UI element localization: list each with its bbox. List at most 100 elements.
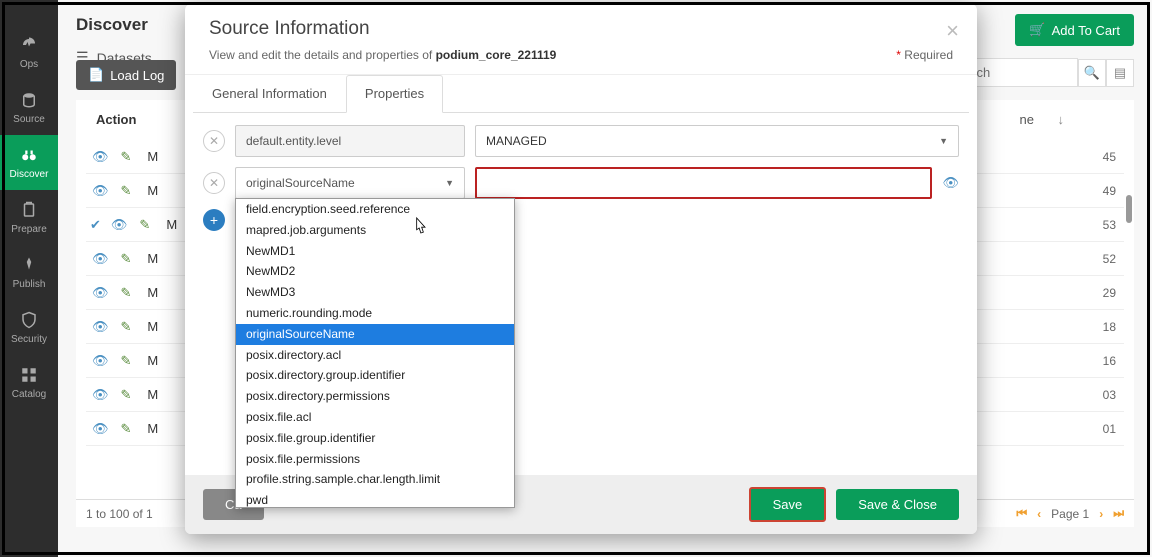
nav-label: Prepare — [11, 224, 47, 235]
nav-prepare[interactable]: Prepare — [0, 190, 58, 245]
search-button[interactable]: 🔍 — [1078, 59, 1106, 87]
dropdown-item[interactable]: posix.file.group.identifier — [236, 428, 514, 449]
row-value: 16 — [1103, 354, 1124, 368]
view-icon[interactable]: 👁 — [92, 285, 109, 301]
row-label: M — [147, 285, 158, 300]
edit-icon[interactable]: ✎ — [121, 149, 132, 165]
dropdown-item[interactable]: field.encryption.seed.reference — [236, 199, 514, 220]
sort-icon[interactable]: ↓ — [1058, 112, 1065, 127]
save-close-button[interactable]: Save & Close — [836, 489, 959, 520]
edit-icon[interactable]: ✎ — [121, 421, 132, 437]
row-label: M — [147, 387, 158, 402]
dropdown-item[interactable]: profile.string.sample.char.length.limit — [236, 469, 514, 490]
view-icon[interactable]: 👁 — [92, 319, 109, 335]
row-value: 53 — [1103, 218, 1124, 232]
row-label: M — [147, 251, 158, 266]
row-value: 45 — [1103, 150, 1124, 164]
dashboard-icon — [19, 35, 39, 55]
save-button[interactable]: Save — [749, 487, 827, 522]
cart-icon: 🛒 — [1029, 22, 1045, 38]
dropdown-item[interactable]: originalSourceName — [236, 324, 514, 345]
view-icon[interactable]: 👁 — [111, 217, 128, 233]
tab-properties[interactable]: Properties — [346, 75, 443, 113]
dropdown-item[interactable]: NewMD1 — [236, 241, 514, 262]
dropdown-item[interactable]: posix.directory.acl — [236, 345, 514, 366]
view-icon[interactable]: 👁 — [92, 421, 109, 437]
nav-label: Discover — [10, 169, 49, 180]
dropdown-item[interactable]: pwd — [236, 490, 514, 508]
dropdown-item[interactable]: NewMD2 — [236, 261, 514, 282]
dropdown-item[interactable]: posix.directory.group.identifier — [236, 365, 514, 386]
property-value-select[interactable]: MANAGED ▼ — [475, 125, 959, 157]
nav-publish[interactable]: Publish — [0, 245, 58, 300]
nav-source[interactable]: Source — [0, 80, 58, 135]
visibility-toggle[interactable]: 👁 — [942, 175, 959, 191]
view-icon[interactable]: 👁 — [92, 183, 109, 199]
add-to-cart-button[interactable]: 🛒 Add To Cart — [1015, 14, 1134, 46]
required-indicator: * Required — [896, 48, 953, 62]
prev-page[interactable]: ‹ — [1037, 507, 1041, 521]
row-value: 29 — [1103, 286, 1124, 300]
delete-property-button[interactable]: ✕ — [203, 172, 225, 194]
load-logs-button[interactable]: 📄 Load Log — [76, 60, 176, 90]
dropdown-item[interactable]: mapred.job.arguments — [236, 220, 514, 241]
view-icon[interactable]: 👁 — [92, 149, 109, 165]
edit-icon[interactable]: ✎ — [139, 217, 150, 233]
nav-security[interactable]: Security — [0, 300, 58, 355]
clipboard-icon — [19, 200, 39, 220]
document-icon: 📄 — [88, 67, 104, 83]
modal-subtitle: View and edit the details and properties… — [209, 48, 556, 62]
edit-icon[interactable]: ✎ — [121, 319, 132, 335]
nav-discover[interactable]: Discover — [0, 135, 58, 190]
row-label: M — [166, 217, 177, 232]
edit-icon[interactable]: ✎ — [121, 251, 132, 267]
nav-label: Security — [11, 334, 47, 345]
add-property-button[interactable]: + — [203, 209, 225, 231]
page-title: Discover — [76, 15, 148, 35]
columns-button[interactable]: ▤ — [1106, 59, 1134, 87]
property-value-input[interactable] — [475, 167, 932, 199]
dropdown-item[interactable]: NewMD3 — [236, 282, 514, 303]
dropdown-item[interactable]: posix.file.permissions — [236, 449, 514, 470]
dropdown-item[interactable]: numeric.rounding.mode — [236, 303, 514, 324]
grid-icon — [19, 365, 39, 385]
dropdown-item[interactable]: posix.directory.permissions — [236, 386, 514, 407]
rocket-icon — [19, 255, 39, 275]
source-info-modal: × Source Information View and edit the d… — [185, 4, 977, 534]
nav-label: Catalog — [12, 389, 46, 400]
row-label: M — [147, 183, 158, 198]
row-label: M — [147, 319, 158, 334]
check-icon: ✔ — [90, 217, 101, 233]
nav-catalog[interactable]: Catalog — [0, 355, 58, 410]
delete-property-button[interactable]: ✕ — [203, 130, 225, 152]
edit-icon[interactable]: ✎ — [121, 285, 132, 301]
view-icon[interactable]: 👁 — [92, 387, 109, 403]
page-info: 1 to 100 of 1 — [86, 507, 153, 521]
property-key-dropdown[interactable]: field.encryption.seed.referencemapred.jo… — [235, 198, 515, 508]
modal-tabs: General Information Properties — [193, 75, 969, 113]
row-value: 03 — [1103, 388, 1124, 402]
edit-icon[interactable]: ✎ — [121, 353, 132, 369]
nav-ops[interactable]: Ops — [0, 25, 58, 80]
shield-icon — [19, 310, 39, 330]
dropdown-item[interactable]: posix.file.acl — [236, 407, 514, 428]
nav-label: Ops — [20, 59, 38, 70]
property-key-field: default.entity.level — [235, 125, 465, 157]
last-page[interactable]: ⏭ — [1113, 506, 1124, 521]
edit-icon[interactable]: ✎ — [121, 183, 132, 199]
database-icon — [19, 90, 39, 110]
close-button[interactable]: × — [946, 18, 959, 44]
property-key-select[interactable]: originalSourceName ▼ — [235, 167, 465, 199]
tab-general[interactable]: General Information — [193, 75, 346, 112]
view-icon[interactable]: 👁 — [92, 251, 109, 267]
nav-label: Publish — [13, 279, 46, 290]
edit-icon[interactable]: ✎ — [121, 387, 132, 403]
modal-title: Source Information — [209, 18, 953, 40]
search-icon: 🔍 — [1084, 65, 1100, 81]
view-icon[interactable]: 👁 — [92, 353, 109, 369]
col-action: Action — [96, 112, 136, 127]
first-page[interactable]: ⏮ — [1016, 506, 1027, 521]
scrollbar-thumb[interactable] — [1126, 195, 1132, 223]
nav-label: Source — [13, 114, 45, 125]
next-page[interactable]: › — [1099, 507, 1103, 521]
